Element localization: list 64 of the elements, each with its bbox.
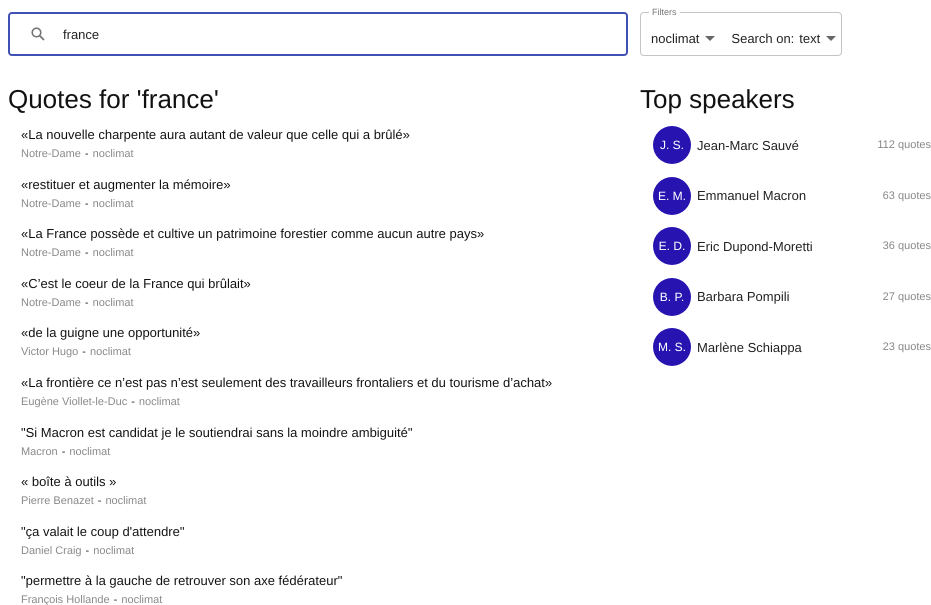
quote-text: «restituer et augmenter la mémoire»	[21, 176, 231, 194]
quote-text: «C’est le coeur de la France qui brûlait»	[21, 274, 251, 293]
quote-source[interactable]: Eugène Viollet-le-Duc	[21, 394, 128, 410]
quote-tag[interactable]: noclimat	[92, 294, 134, 311]
avatar: E. D.	[653, 227, 691, 266]
separator-text: -	[82, 345, 86, 360]
speaker-name[interactable]: Marlène Schiappa	[697, 340, 883, 355]
quote-tag[interactable]: noclimat	[121, 592, 162, 605]
avatar: E. M.	[653, 176, 691, 215]
separator-text: -	[84, 296, 89, 311]
quote-count: 63 quotes	[882, 190, 931, 202]
search-on-dropdown[interactable]: text	[799, 30, 836, 46]
quote-count: 27 quotes	[882, 290, 931, 303]
quote-count: 23 quotes	[882, 341, 931, 354]
separator-text: -	[84, 196, 89, 212]
quote-source[interactable]: Notre-Dame	[21, 196, 81, 212]
quote-text: « boîte à outils »	[21, 473, 116, 492]
quote-tag[interactable]: noclimat	[138, 394, 180, 410]
quote-source[interactable]: Notre-Dame	[21, 245, 81, 262]
search-on-label: Search on:	[731, 30, 794, 46]
quote-count: 112 quotes	[877, 139, 931, 152]
quote-source[interactable]: Daniel Craig	[21, 542, 82, 559]
quote-count: 36 quotes	[882, 240, 931, 252]
quote-tag[interactable]: noclimat	[92, 245, 134, 262]
speaker-name[interactable]: Eric Dupond-Moretti	[697, 238, 883, 254]
separator-text: -	[86, 544, 90, 559]
speaker-name[interactable]: Barbara Pompili	[697, 289, 883, 304]
search-field[interactable]: france	[8, 12, 628, 56]
quote-source[interactable]: Notre-Dame	[21, 294, 81, 311]
speaker-name[interactable]: Emmanuel Macron	[697, 188, 883, 204]
quote-text: "ça valait le coup d'attendre"	[21, 522, 184, 541]
quote-tag[interactable]: noclimat	[69, 444, 110, 460]
separator-text: -	[114, 593, 118, 605]
quote-source[interactable]: Notre-Dame	[21, 146, 81, 162]
separator-text: -	[84, 246, 89, 262]
avatar: B. P.	[653, 278, 691, 316]
quote-tag[interactable]: noclimat	[92, 146, 134, 162]
separator-text: -	[62, 444, 66, 460]
quote-tag[interactable]: noclimat	[105, 493, 146, 510]
speaker-name[interactable]: Jean-Marc Sauvé	[697, 138, 878, 153]
quote-source[interactable]: Pierre Benazet	[21, 493, 94, 510]
avatar: M. S.	[653, 328, 691, 366]
search-icon	[31, 27, 45, 41]
separator-text: -	[131, 394, 135, 410]
quote-tag[interactable]: noclimat	[92, 196, 134, 212]
caret-icon	[826, 36, 836, 40]
quote-text: "permettre à la gauche de retrouver son axe fédérateur"	[21, 572, 342, 590]
quote-source[interactable]: Victor Hugo	[21, 344, 78, 360]
speakers-heading: Top speakers	[640, 84, 796, 114]
quote-text: «La France possède et cultive un patrimoine forestier comme aucun autre pays»	[21, 225, 484, 244]
separator-text: -	[84, 147, 89, 162]
quote-text: «La nouvelle charpente aura autant de valeur que celle qui a brûlé»	[21, 126, 410, 144]
caret-icon	[705, 36, 716, 40]
source-dropdown[interactable]: noclimat	[651, 30, 716, 46]
avatar: J. S.	[653, 126, 691, 164]
quote-text: «de la guigne une opportunité»	[21, 324, 200, 342]
separator-text: -	[98, 494, 102, 510]
quote-tag[interactable]: noclimat	[90, 344, 131, 360]
quote-source[interactable]: Macron	[21, 444, 58, 460]
quotes-heading: Quotes for 'france'	[8, 84, 220, 114]
filters-legend: Filters	[649, 7, 680, 17]
quote-text: "Si Macron est candidat je le soutiendrai sans la moindre ambiguité"	[21, 424, 412, 442]
quote-tag[interactable]: noclimat	[93, 542, 134, 559]
quote-text: «La frontière ce n’est pas n’est seulement des travailleurs frontaliers et du tourisme d’achat»	[21, 374, 552, 392]
